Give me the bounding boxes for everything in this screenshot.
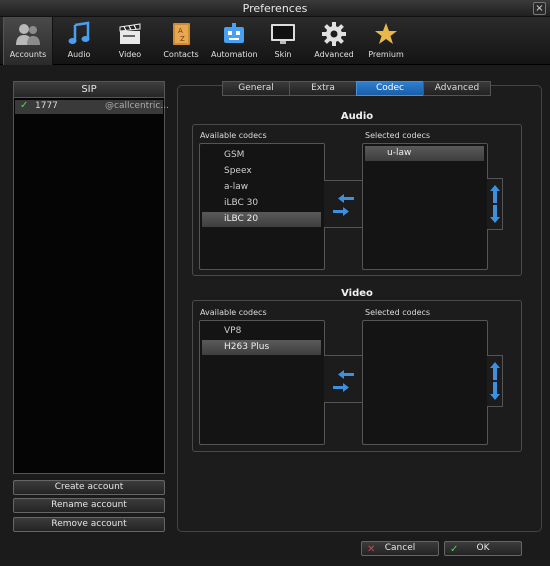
list-item[interactable]: GSM xyxy=(202,148,321,163)
toolbar-label: Accounts xyxy=(9,50,47,59)
move-right-arrow-icon[interactable] xyxy=(333,207,349,216)
remove-account-button[interactable]: Remove account xyxy=(13,517,165,532)
list-item[interactable]: iLBC 20 xyxy=(202,212,321,227)
move-down-arrow-icon[interactable] xyxy=(490,205,500,223)
cancel-button[interactable]: ✕ Cancel xyxy=(361,541,439,556)
close-icon[interactable]: × xyxy=(533,2,546,15)
tab-skin[interactable]: Skin xyxy=(266,17,300,65)
transfer-bar xyxy=(324,180,362,228)
move-down-arrow-icon[interactable] xyxy=(490,382,500,400)
gear-icon xyxy=(322,22,346,46)
ok-label: OK xyxy=(476,543,490,553)
toolbar: Accounts Audio Video A Z Contacts Automa… xyxy=(0,17,550,65)
list-item[interactable]: Speex xyxy=(202,164,321,179)
address-book-icon: A Z xyxy=(173,23,190,45)
move-left-arrow-icon[interactable] xyxy=(338,370,354,379)
rename-account-button[interactable]: Rename account xyxy=(13,498,165,513)
monitor-icon xyxy=(271,24,295,44)
tab-premium[interactable]: Premium xyxy=(366,17,406,65)
video-selected-label: Selected codecs xyxy=(365,308,431,317)
move-right-arrow-icon[interactable] xyxy=(333,383,349,392)
move-up-arrow-icon[interactable] xyxy=(490,185,500,203)
svg-text:A: A xyxy=(178,27,183,35)
title-bar: Preferences × xyxy=(0,0,550,17)
tab-accounts[interactable]: Accounts xyxy=(3,17,53,65)
video-available-list[interactable]: VP8 H263 Plus xyxy=(199,320,325,445)
tab-general[interactable]: General xyxy=(222,81,290,96)
audio-section-title: Audio xyxy=(340,111,374,122)
list-item[interactable]: ✓ 1777 @callcentric... xyxy=(15,100,169,114)
tab-automation[interactable]: Automation xyxy=(211,17,258,65)
window-title: Preferences xyxy=(242,2,308,15)
clapperboard-icon xyxy=(119,23,141,44)
accounts-list[interactable]: ✓ 1777 @callcentric... xyxy=(13,98,169,474)
video-section-title: Video xyxy=(341,288,373,299)
toolbar-label: Video xyxy=(118,50,142,59)
move-left-arrow-icon[interactable] xyxy=(338,194,354,203)
transfer-bar xyxy=(324,355,362,403)
tab-advanced[interactable]: Advanced xyxy=(312,17,356,65)
list-item[interactable]: u-law xyxy=(365,146,484,161)
list-item[interactable]: H263 Plus xyxy=(202,340,321,355)
audio-available-list[interactable]: GSM Speex a-law iLBC 30 iLBC 20 xyxy=(199,143,325,270)
toolbar-label: Contacts xyxy=(163,50,199,59)
account-host: @callcentric... xyxy=(105,101,169,111)
video-selected-list[interactable] xyxy=(362,320,488,445)
list-item[interactable]: iLBC 30 xyxy=(202,196,321,211)
list-item[interactable]: VP8 xyxy=(202,324,321,339)
accounts-list-header: SIP xyxy=(13,81,165,98)
check-icon: ✓ xyxy=(20,100,29,111)
tab-audio[interactable]: Audio xyxy=(62,17,96,65)
tab-codec[interactable]: Codec xyxy=(356,81,424,96)
tab-contacts[interactable]: A Z Contacts xyxy=(162,17,200,65)
toolbar-label: Advanced xyxy=(314,50,354,59)
ok-button[interactable]: ✓ OK xyxy=(444,541,522,556)
music-note-icon xyxy=(68,21,90,44)
tab-video[interactable]: Video xyxy=(112,17,148,65)
robot-icon xyxy=(224,23,244,43)
toolbar-label: Audio xyxy=(67,50,91,59)
cancel-label: Cancel xyxy=(384,543,416,553)
toolbar-label: Premium xyxy=(368,50,404,59)
toolbar-label: Skin xyxy=(274,50,292,59)
video-available-label: Available codecs xyxy=(200,308,267,317)
svg-text:Z: Z xyxy=(180,35,185,43)
create-account-button[interactable]: Create account xyxy=(13,480,165,495)
audio-selected-label: Selected codecs xyxy=(365,131,431,140)
star-icon xyxy=(375,23,397,44)
account-number: 1777 xyxy=(35,101,58,111)
accounts-icon xyxy=(16,24,40,45)
move-up-arrow-icon[interactable] xyxy=(490,362,500,380)
audio-available-label: Available codecs xyxy=(200,131,267,140)
tab-advanced-settings[interactable]: Advanced xyxy=(423,81,491,96)
toolbar-label: Automation xyxy=(211,50,258,59)
list-item[interactable]: a-law xyxy=(202,180,321,195)
audio-selected-list[interactable]: u-law xyxy=(362,143,488,270)
tab-extra[interactable]: Extra xyxy=(289,81,357,96)
